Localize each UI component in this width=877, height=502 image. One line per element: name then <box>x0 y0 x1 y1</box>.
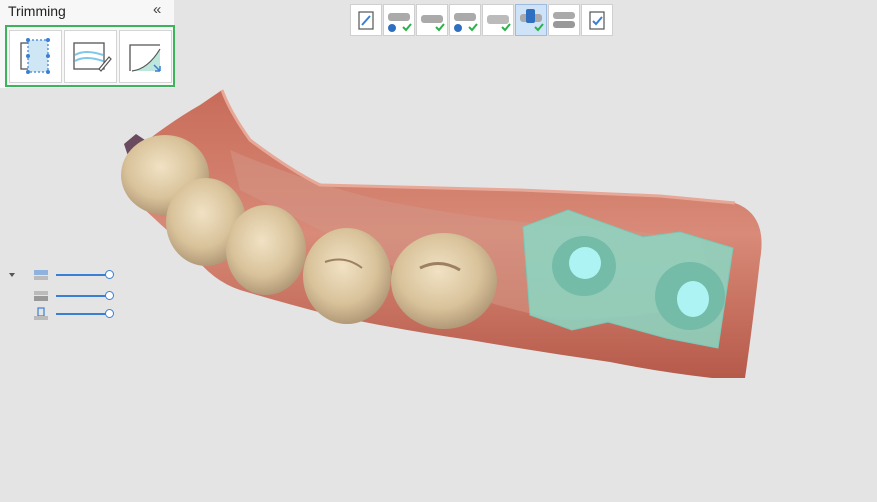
opacity-slider-handle[interactable] <box>105 309 114 318</box>
smooth-trim-button[interactable] <box>64 30 117 83</box>
stage-review-button[interactable] <box>581 4 613 36</box>
layer-row-upper <box>8 268 118 282</box>
lasso-trim-icon <box>20 38 50 74</box>
scan-body-layer-icon <box>34 307 48 320</box>
notes-icon <box>358 11 374 30</box>
opacity-slider-track <box>56 295 109 297</box>
lasso-trim-button[interactable] <box>9 30 62 83</box>
upper-jaw-scan-icon <box>388 13 412 32</box>
trim-tool-group <box>5 25 175 87</box>
review-icon <box>589 11 605 30</box>
stage-lower-jaw-button[interactable] <box>416 4 448 36</box>
occlusion-scan-icon <box>487 15 511 32</box>
stage-scan-body-button[interactable] <box>515 4 547 36</box>
plane-cut-button[interactable] <box>119 30 172 83</box>
opacity-slider-track <box>56 274 109 276</box>
stage-alignment-button[interactable] <box>548 4 580 36</box>
lower-jaw-scan-icon <box>421 15 445 32</box>
layer-controls <box>8 268 118 324</box>
scan-body-icon <box>520 9 544 32</box>
dental-model[interactable] <box>121 89 762 378</box>
layer-lower-icon <box>34 291 48 301</box>
tooth <box>391 233 497 329</box>
opacity-slider-handle[interactable] <box>105 270 114 279</box>
smooth-trim-icon <box>73 42 112 72</box>
trimming-panel: Trimming « <box>0 0 175 88</box>
layer-upper-icon <box>34 270 48 280</box>
plane-cut-icon <box>129 44 161 72</box>
panel-title: Trimming <box>8 3 66 19</box>
layer-row-lower <box>8 289 118 303</box>
opacity-slider-track <box>56 313 109 315</box>
tooth <box>226 205 306 295</box>
pre-op-scan-icon <box>454 13 478 32</box>
stage-pre-op-button[interactable] <box>449 4 481 36</box>
stage-notes-button[interactable] <box>350 4 382 36</box>
implant-hole <box>569 247 601 279</box>
stage-occlusion-button[interactable] <box>482 4 514 36</box>
collapse-panel-button[interactable]: « <box>153 1 161 18</box>
layer-row-scan-body <box>8 307 118 321</box>
implant-hole <box>677 281 709 317</box>
alignment-icon <box>553 12 575 28</box>
tooth <box>303 228 391 324</box>
opacity-slider-handle[interactable] <box>105 291 114 300</box>
stage-upper-jaw-button[interactable] <box>383 4 415 36</box>
